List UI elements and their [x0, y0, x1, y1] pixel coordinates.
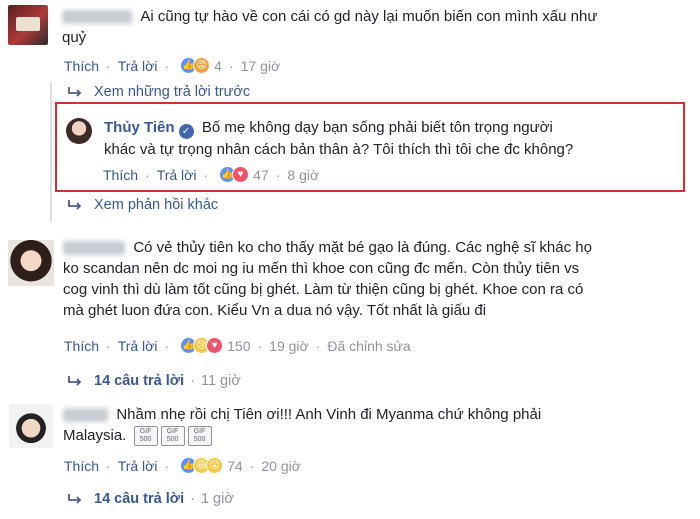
commenter-avatar[interactable] [8, 5, 48, 45]
reply-author-name[interactable]: Thủy Tiên [104, 119, 175, 136]
reactions[interactable]: 👍 😆 😮 [180, 457, 224, 474]
view-previous-replies-link[interactable]: Xem những trả lời trước [68, 84, 250, 100]
comment-timestamp[interactable]: 17 giờ [241, 58, 281, 74]
gif-sticker[interactable]: GIF 500 [187, 426, 212, 447]
view-more-replies-link[interactable]: Xem phản hồi khác [68, 197, 218, 213]
reply-arrow-icon [68, 376, 82, 386]
reply-link[interactable]: Trả lời [118, 458, 158, 474]
love-reaction-icon: ♥ [206, 337, 224, 354]
love-reaction-icon: ♥ [232, 166, 250, 183]
edited-label[interactable]: Đã chỉnh sửa [327, 338, 410, 354]
comment-timestamp[interactable]: 19 giờ [269, 338, 309, 354]
reply-link[interactable]: Trả lời [118, 338, 158, 354]
comment-text: Ai cũng tự hào về con cái có gd này lại … [62, 8, 598, 46]
reaction-count: 47 [253, 166, 269, 183]
reactions[interactable]: 👍 ♥ [219, 166, 250, 183]
commenter-name-blurred[interactable] [63, 241, 125, 256]
like-link[interactable]: Thích [64, 338, 99, 354]
replies-link[interactable]: 14 câu trả lời · 11 giờ [68, 373, 241, 389]
commenter-name-blurred[interactable] [62, 10, 132, 25]
reaction-count: 74 [227, 457, 243, 474]
like-link[interactable]: Thích [64, 58, 99, 74]
reply-arrow-icon [68, 200, 82, 210]
comment-text: Nhầm nhẹ rồi chị Tiên ơi!!! Anh Vinh đi … [63, 404, 693, 447]
commenter-avatar[interactable] [9, 404, 53, 448]
reply-arrow-icon [68, 87, 82, 97]
replies-link[interactable]: 14 câu trả lời · 1 giờ [68, 491, 234, 507]
reaction-count: 150 [227, 337, 251, 354]
thread-line [50, 82, 52, 222]
gif-sticker[interactable]: GIF 500 [133, 426, 158, 447]
like-link[interactable]: Thích [103, 167, 138, 183]
reply-timestamp[interactable]: 8 giờ [287, 167, 319, 183]
gif-sticker[interactable]: GIF 500 [160, 426, 185, 447]
comment-actions: Thích · Trả lời · 👍 😢 ♥ 150 · 19 giờ · Đ… [64, 337, 411, 354]
commenter-avatar[interactable] [8, 240, 54, 286]
reactions[interactable]: 👍 😢 ♥ [180, 337, 224, 354]
reply-link[interactable]: Trả lời [118, 58, 158, 74]
like-link[interactable]: Thích [64, 458, 99, 474]
reply-text: Thủy Tiên ✓ Bố mẹ không dạy bạn sống phải… [104, 119, 574, 158]
comment-actions: Thích · Trả lời · 👍 😆 😮 74 · 20 giờ [64, 457, 301, 474]
reply-author-avatar[interactable] [66, 118, 92, 144]
commenter-name-blurred[interactable] [63, 408, 108, 423]
wow-reaction-icon: 😮 [206, 457, 224, 474]
comment-text: Có vẻ thủy tiên ko cho thấy mặt bé gạo l… [63, 239, 592, 319]
reply-arrow-icon [68, 494, 82, 504]
reply-link[interactable]: Trả lời [157, 167, 197, 183]
reaction-count: 4 [214, 57, 222, 74]
reply-actions: Thích · Trả lời · 👍 ♥ 47 · 8 giờ [103, 166, 320, 183]
verified-badge-icon: ✓ [178, 124, 194, 139]
reactions[interactable]: 👍 😡 [180, 57, 211, 74]
angry-reaction-icon: 😡 [193, 57, 211, 74]
comment-timestamp[interactable]: 20 giờ [261, 458, 301, 474]
comment-actions: Thích · Trả lời · 👍 😡 4 · 17 giờ [64, 57, 281, 74]
